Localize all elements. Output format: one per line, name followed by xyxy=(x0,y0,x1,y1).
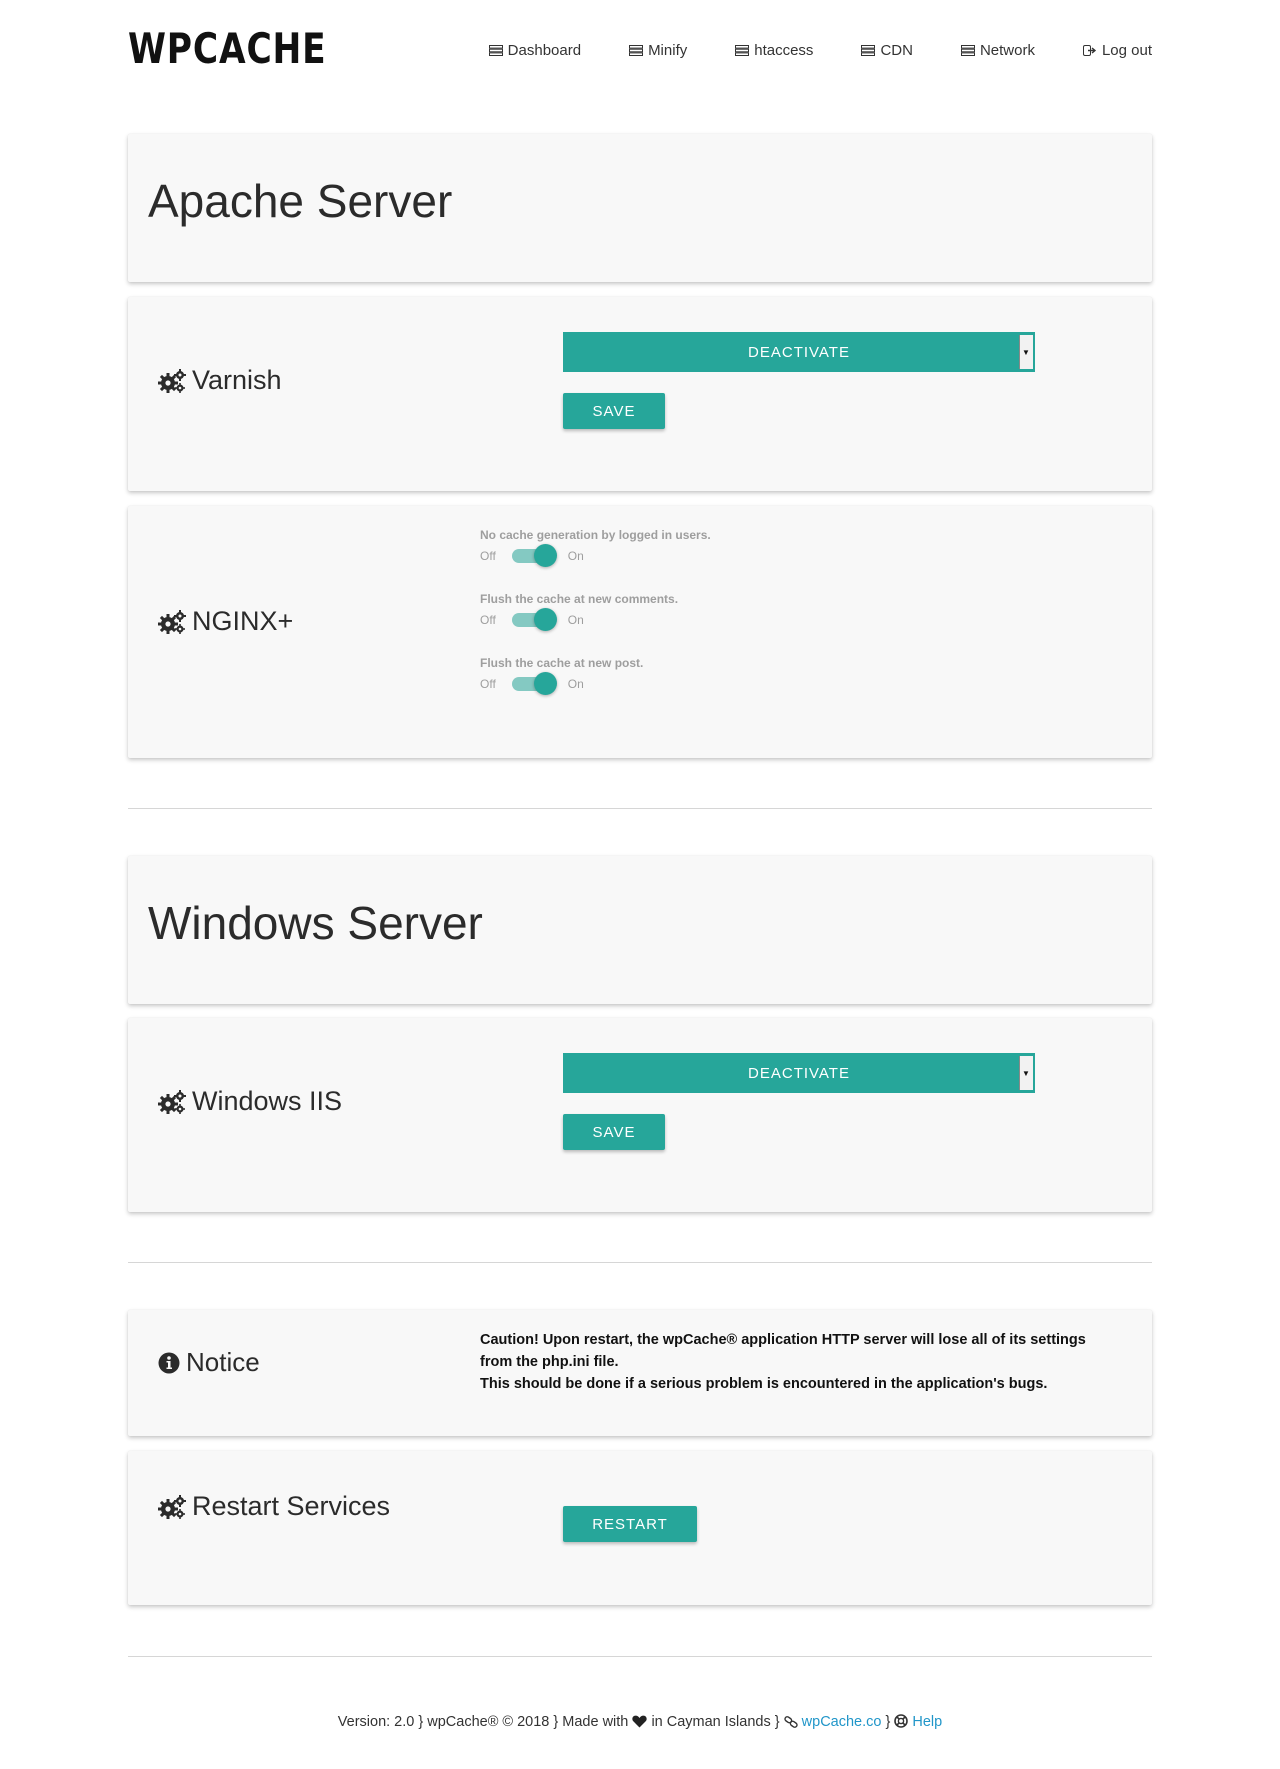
page-title: Apache Server xyxy=(148,175,453,227)
nginx-label: NGINX+ xyxy=(192,606,294,636)
toggle-off-label: Off xyxy=(480,613,496,627)
varnish-save-button[interactable]: SAVE xyxy=(563,393,665,429)
nav-htaccess-label: htaccess xyxy=(754,42,814,59)
server-icon xyxy=(960,45,975,56)
iis-section-label: Windows IIS xyxy=(158,1086,342,1117)
nav-minify-label: Minify xyxy=(648,42,688,59)
server-icon xyxy=(861,45,876,56)
divider xyxy=(128,808,1152,809)
heart-icon xyxy=(632,1715,648,1728)
notice-line-2: This should be done if a serious problem… xyxy=(480,1376,1048,1392)
iis-save-button[interactable]: SAVE xyxy=(563,1114,665,1150)
notice-label: Notice xyxy=(186,1347,260,1377)
varnish-mode-select[interactable]: DEACTIVATE ▼ xyxy=(563,332,1035,372)
toggle-new-post: Flush the cache at new post. Off On xyxy=(480,656,644,695)
restart-card: Restart Services RESTART xyxy=(128,1451,1152,1605)
new-comments-switch[interactable] xyxy=(511,608,557,631)
toggle-row: Off On xyxy=(480,672,643,695)
toggle-logged-in-users: No cache generation by logged in users. … xyxy=(480,528,711,567)
nav-logout[interactable]: Log out xyxy=(1082,42,1152,59)
nav-network-label: Network xyxy=(979,42,1035,59)
switch-knob xyxy=(533,608,557,631)
footer-version: Version: 2.0 } wpCache® © 2018 } Made wi… xyxy=(337,1714,629,1730)
apache-title-card: Apache Server xyxy=(128,134,1152,282)
cogs-icon xyxy=(158,1494,186,1519)
nav-network[interactable]: Network xyxy=(960,42,1035,59)
toggle-on-label: On xyxy=(567,549,584,563)
caret-down-icon: ▼ xyxy=(1019,1056,1033,1090)
iis-select-value: DEACTIVATE xyxy=(748,1064,850,1082)
footer-site-link[interactable]: wpCache.co xyxy=(802,1714,882,1730)
toggle-off-label: Off xyxy=(480,549,496,563)
new-post-switch[interactable] xyxy=(511,672,557,695)
restart-label: Restart Services xyxy=(192,1491,391,1521)
caret-down-icon: ▼ xyxy=(1019,335,1033,369)
toggle-on-label: On xyxy=(567,613,584,627)
varnish-select-value: DEACTIVATE xyxy=(748,343,850,361)
toggle-new-comments: Flush the cache at new comments. Off On xyxy=(480,592,679,631)
nav-minify[interactable]: Minify xyxy=(629,42,687,59)
restart-section-label: Restart Services xyxy=(158,1491,390,1522)
server-icon xyxy=(488,45,503,56)
nav-dashboard-label: Dashboard xyxy=(507,42,582,59)
windows-title-card: Windows Server xyxy=(128,856,1152,1004)
restart-button[interactable]: RESTART xyxy=(563,1506,697,1542)
logo[interactable]: WPCACHE xyxy=(128,24,327,73)
nav-htaccess[interactable]: htaccess xyxy=(735,42,813,59)
switch-knob xyxy=(533,544,557,567)
toggle-label: Flush the cache at new post. xyxy=(480,656,644,670)
sign-out-icon xyxy=(1082,45,1097,56)
toggle-label: No cache generation by logged in users. xyxy=(480,528,711,542)
iis-mode-select[interactable]: DEACTIVATE ▼ xyxy=(563,1053,1035,1093)
nav-dashboard[interactable]: Dashboard xyxy=(488,42,582,59)
cogs-icon xyxy=(158,609,186,634)
nginx-card: NGINX+ No cache generation by logged in … xyxy=(128,506,1152,758)
varnish-card: Varnish DEACTIVATE ▼ SAVE xyxy=(128,297,1152,491)
divider xyxy=(128,1262,1152,1263)
info-circle-icon xyxy=(158,1352,180,1373)
toggle-label: Flush the cache at new comments. xyxy=(480,592,679,606)
notice-line-1: Caution! Upon restart, the wpCache® appl… xyxy=(480,1332,1086,1370)
footer-made-in: in Cayman Islands } xyxy=(651,1714,780,1730)
server-icon xyxy=(629,45,644,56)
top-nav: Dashboard Minify htaccess CDN Network Lo… xyxy=(441,42,1152,59)
footer-help-link[interactable]: Help xyxy=(912,1714,942,1730)
cogs-icon xyxy=(158,1089,186,1114)
nav-cdn[interactable]: CDN xyxy=(861,42,913,59)
toggle-off-label: Off xyxy=(480,677,496,691)
nav-logout-label: Log out xyxy=(1101,42,1152,59)
notice-card: Notice Caution! Upon restart, the wpCach… xyxy=(128,1310,1152,1436)
switch-knob xyxy=(533,672,557,695)
notice-text: Caution! Upon restart, the wpCache® appl… xyxy=(480,1329,1120,1395)
footer-separator: } xyxy=(885,1714,891,1730)
footer: Version: 2.0 } wpCache® © 2018 } Made wi… xyxy=(0,1714,1280,1730)
toggle-on-label: On xyxy=(567,677,584,691)
notice-section-label: Notice xyxy=(158,1347,260,1378)
iis-label: Windows IIS xyxy=(192,1086,343,1116)
varnish-label: Varnish xyxy=(192,365,282,395)
toggle-row: Off On xyxy=(480,544,711,567)
windows-iis-card: Windows IIS DEACTIVATE ▼ SAVE xyxy=(128,1018,1152,1212)
section-title: Windows Server xyxy=(148,897,483,949)
varnish-section-label: Varnish xyxy=(158,365,282,396)
page: WPCACHE Dashboard Minify htaccess CDN Ne… xyxy=(0,0,1280,1769)
cogs-icon xyxy=(158,368,186,393)
life-ring-icon xyxy=(894,1714,909,1728)
nav-cdn-label: CDN xyxy=(880,42,913,59)
divider xyxy=(128,1656,1152,1657)
link-icon xyxy=(783,1716,798,1728)
toggle-row: Off On xyxy=(480,608,678,631)
nginx-section-label: NGINX+ xyxy=(158,606,293,637)
logged-in-users-switch[interactable] xyxy=(511,544,557,567)
server-icon xyxy=(735,45,750,56)
